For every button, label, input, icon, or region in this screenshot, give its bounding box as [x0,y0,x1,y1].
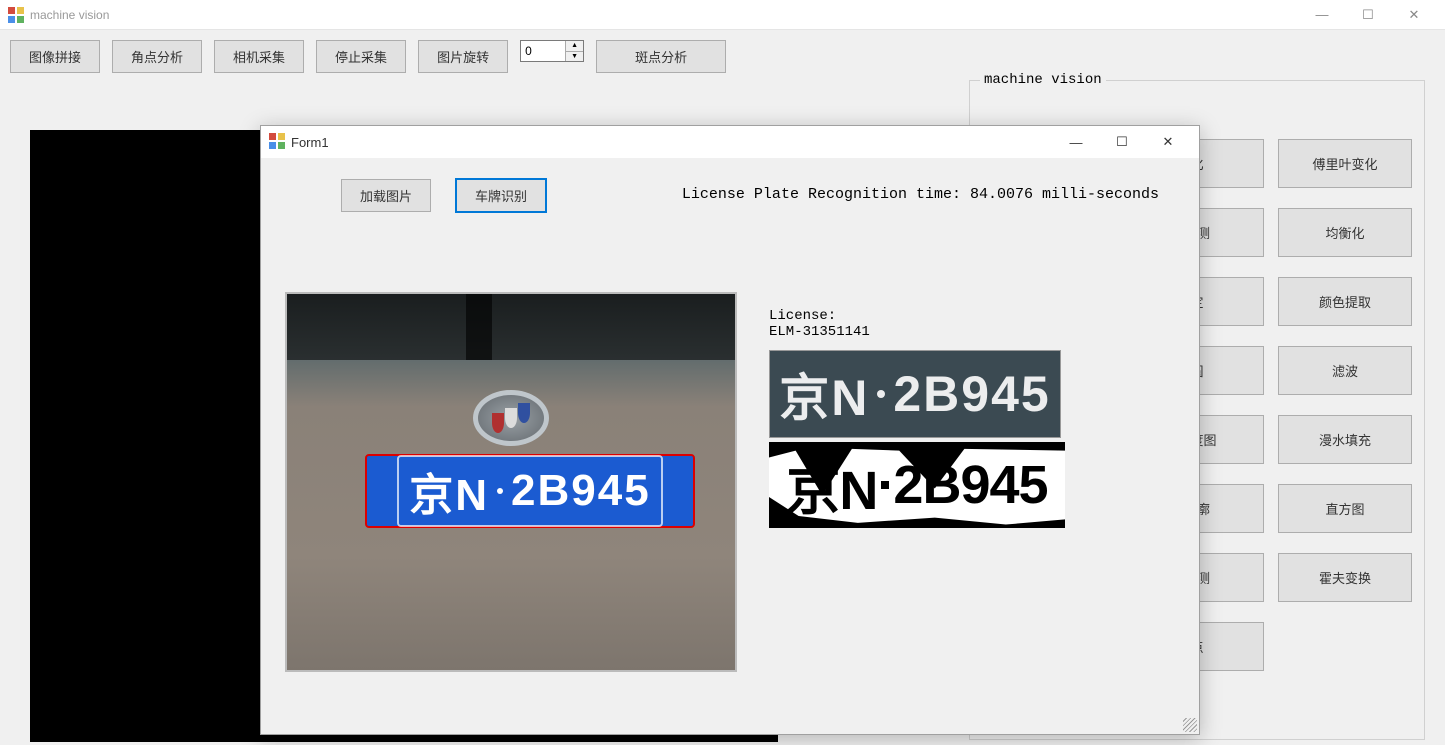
main-titlebar: machine vision — ☐ ✕ [0,0,1445,30]
spinner-down-icon[interactable]: ▼ [566,52,583,62]
plate-prefix: 京N [409,459,489,523]
op-color-extract[interactable]: 颜色提取 [1278,277,1412,326]
load-image-button[interactable]: 加载图片 [341,179,431,212]
crop-separator-dot-icon [877,390,885,398]
crop-prefix: 京N [779,358,869,430]
dialog-close-button[interactable]: ✕ [1145,126,1191,158]
op-filter[interactable]: 滤波 [1278,346,1412,395]
recognition-time-label: License Plate Recognition time: 84.0076 … [682,186,1159,203]
blob-button[interactable]: 斑点分析 [596,40,726,73]
result-column: License: ELM-31351141 京N 2B945 京N 2B945 [769,308,1065,528]
dialog-title: Form1 [291,135,329,150]
source-image: 京N 2B945 [285,292,737,672]
rotation-input[interactable] [521,41,565,61]
stitch-button[interactable]: 图像拼接 [10,40,100,73]
winforms-icon [8,7,24,23]
bin-separator-dot-icon [881,481,889,489]
op-floodfill[interactable]: 漫水填充 [1278,415,1412,464]
plate-suffix: 2B945 [511,466,651,516]
plate-crop-image: 京N 2B945 [769,350,1061,438]
op-histogram[interactable]: 直方图 [1278,484,1412,533]
form1-dialog: Form1 — ☐ ✕ License Plate Recognition ti… [260,125,1200,735]
maximize-button[interactable]: ☐ [1345,0,1391,30]
rotate-button[interactable]: 图片旋转 [418,40,508,73]
groupbox-title: machine vision [980,72,1106,88]
detected-plate-box: 京N 2B945 [365,454,695,528]
spinner-up-icon[interactable]: ▲ [566,41,583,52]
rotation-spinner[interactable]: ▲ ▼ [520,40,584,62]
main-window-controls: — ☐ ✕ [1299,0,1437,30]
dialog-maximize-button[interactable]: ☐ [1099,126,1145,158]
op-fourier[interactable]: 傅里叶变化 [1278,139,1412,188]
dialog-minimize-button[interactable]: — [1053,126,1099,158]
camera-button[interactable]: 相机采集 [214,40,304,73]
plate-separator-dot-icon [497,488,503,494]
close-button[interactable]: ✕ [1391,0,1437,30]
minimize-button[interactable]: — [1299,0,1345,30]
op-hough[interactable]: 霍夫变换 [1278,553,1412,602]
winforms-icon [269,133,285,152]
corner-button[interactable]: 角点分析 [112,40,202,73]
op-equalize[interactable]: 均衡化 [1278,208,1412,257]
resize-grip-icon[interactable] [1183,718,1197,732]
car-rear-window [287,294,735,360]
recognize-plate-button[interactable]: 车牌识别 [455,178,547,213]
bin-suffix: 2B945 [893,454,1047,516]
bin-prefix: 京N [786,446,877,525]
buick-logo-icon [473,390,549,446]
plate-binary-image: 京N 2B945 [769,442,1065,528]
toolbar: 图像拼接 角点分析 相机采集 停止采集 图片旋转 ▲ ▼ 斑点分析 [10,40,1435,73]
main-content: 图像拼接 角点分析 相机采集 停止采集 图片旋转 ▲ ▼ 斑点分析 machin… [0,30,1445,745]
stop-button[interactable]: 停止采集 [316,40,406,73]
dialog-titlebar: Form1 — ☐ ✕ [261,126,1199,158]
crop-suffix: 2B945 [893,365,1050,423]
main-title: machine vision [30,8,109,22]
license-result-text: License: ELM-31351141 [769,308,1065,340]
